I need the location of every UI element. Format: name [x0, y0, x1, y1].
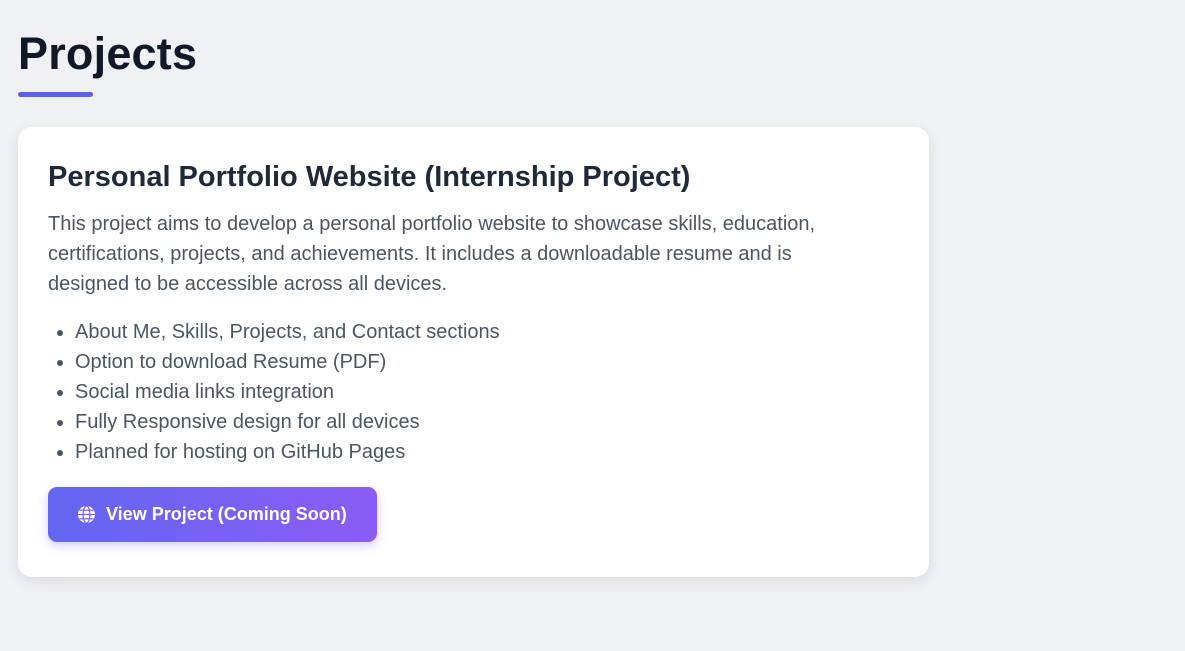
feature-item: Option to download Resume (PDF) — [75, 347, 899, 377]
feature-item: Fully Responsive design for all devices — [75, 407, 899, 437]
title-underline — [18, 92, 93, 97]
project-card: Personal Portfolio Website (Internship P… — [18, 127, 929, 577]
feature-item: Social media links integration — [75, 377, 899, 407]
project-description: This project aims to develop a personal … — [48, 213, 816, 295]
view-project-label: View Project (Coming Soon) — [106, 504, 347, 524]
globe-icon — [77, 505, 96, 524]
view-project-button[interactable]: View Project (Coming Soon) — [48, 487, 377, 542]
feature-item: Planned for hosting on GitHub Pages — [75, 437, 899, 467]
page-title: Projects — [18, 28, 198, 79]
feature-list: About Me, Skills, Projects, and Contact … — [48, 317, 899, 467]
feature-item: About Me, Skills, Projects, and Contact … — [75, 317, 899, 347]
project-title: Personal Portfolio Website (Internship P… — [48, 161, 691, 193]
